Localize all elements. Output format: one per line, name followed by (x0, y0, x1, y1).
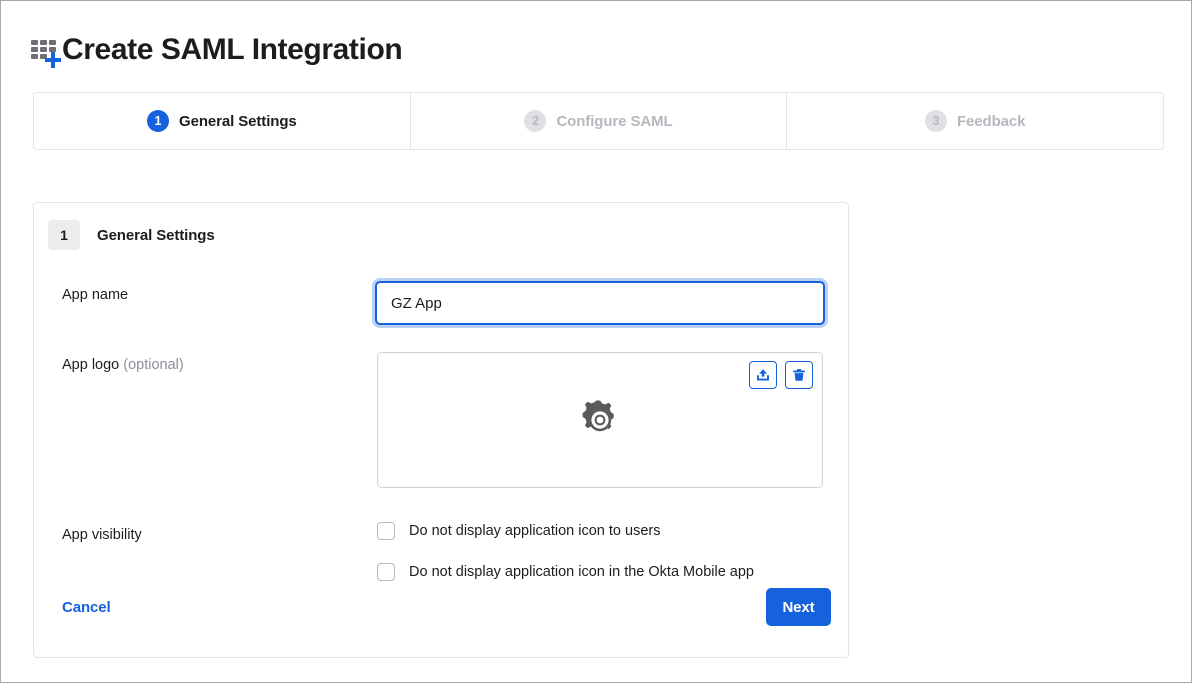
general-settings-card: 1 General Settings App name App logo (op… (33, 202, 849, 658)
checkbox-label: Do not display application icon in the O… (409, 564, 754, 580)
app-name-label: App name (62, 287, 128, 303)
checkbox-label: Do not display application icon to users (409, 523, 660, 539)
visibility-option-hide-okta-mobile[interactable]: Do not display application icon in the O… (377, 561, 754, 583)
card-title: General Settings (97, 227, 215, 244)
wizard-stepper: 1 General Settings 2 Configure SAML 3 Fe… (33, 92, 1164, 150)
trash-icon (791, 367, 807, 383)
step-number-badge: 3 (925, 110, 947, 132)
step-general-settings[interactable]: 1 General Settings (34, 93, 411, 149)
card-footer: Cancel Next (34, 585, 848, 657)
upload-logo-button[interactable] (749, 361, 777, 389)
step-label: General Settings (179, 113, 297, 130)
app-name-row: App name (62, 287, 128, 303)
visibility-option-hide-from-users[interactable]: Do not display application icon to users (377, 520, 754, 542)
next-button[interactable]: Next (766, 588, 831, 626)
app-visibility-label: App visibility (62, 527, 142, 543)
checkbox-hide-okta-mobile[interactable] (377, 563, 395, 581)
gear-icon (578, 398, 622, 442)
step-label: Feedback (957, 113, 1025, 130)
step-number-badge: 2 (524, 110, 546, 132)
step-label: Configure SAML (556, 113, 672, 130)
delete-logo-button[interactable] (785, 361, 813, 389)
card-header: 1 General Settings (34, 203, 848, 250)
app-logo-label: App logo (optional) (62, 357, 184, 373)
cancel-button[interactable]: Cancel (62, 599, 111, 616)
step-feedback[interactable]: 3 Feedback (787, 93, 1163, 149)
app-logo-dropzone[interactable] (377, 352, 823, 488)
grid-plus-icon (31, 38, 61, 68)
app-name-input[interactable] (377, 283, 823, 323)
app-logo-row: App logo (optional) (62, 357, 184, 373)
page-title: Create SAML Integration (62, 35, 402, 65)
app-name-input-wrapper (375, 281, 825, 325)
upload-icon (755, 367, 771, 383)
app-logo-actions (749, 361, 813, 389)
checkbox-hide-from-users[interactable] (377, 522, 395, 540)
page-header: Create SAML Integration (31, 27, 402, 73)
step-configure-saml[interactable]: 2 Configure SAML (411, 93, 788, 149)
page-root: Create SAML Integration 1 General Settin… (0, 0, 1192, 683)
card-step-badge: 1 (48, 220, 80, 250)
step-number-badge: 1 (147, 110, 169, 132)
app-logo-label-text: App logo (62, 357, 119, 373)
app-logo-optional-text: (optional) (123, 357, 183, 373)
app-visibility-row: App visibility (62, 527, 142, 543)
